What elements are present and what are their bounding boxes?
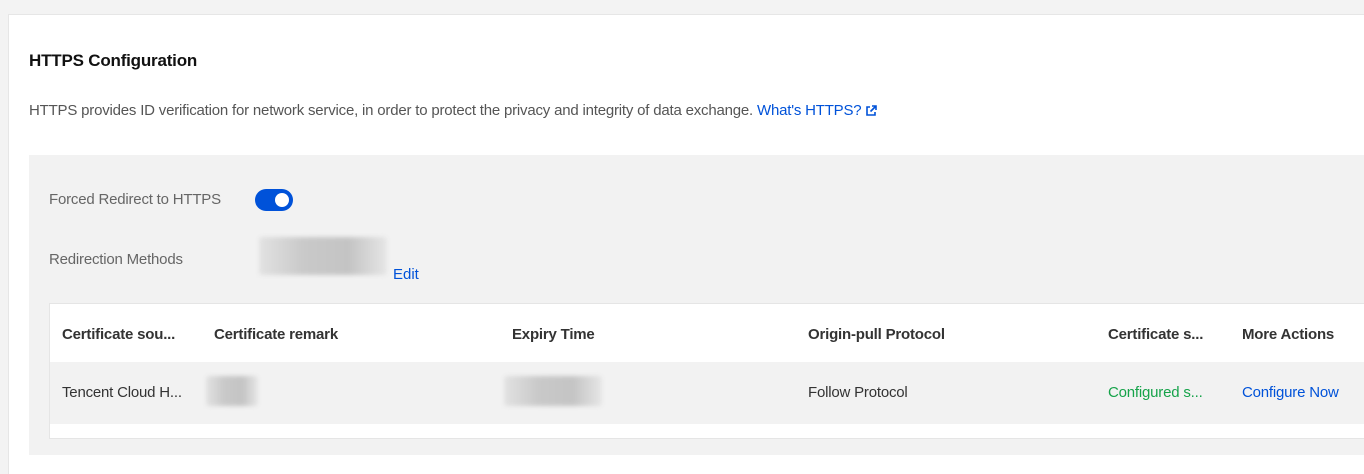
redirection-method-value-redacted [259,237,387,275]
forced-redirect-toggle[interactable] [255,189,293,211]
https-config-card: HTTPS Configuration HTTPS provides ID ve… [8,14,1364,474]
table-header: Certificate sou... Certificate remark Ex… [50,304,1364,363]
cell-origin-pull-protocol: Follow Protocol [808,384,908,401]
https-settings-panel: Forced Redirect to HTTPS Redirection Met… [29,155,1364,455]
configure-now-button[interactable]: Configure Now [1242,384,1339,401]
cell-expiry-time-redacted [504,376,602,406]
whats-https-link[interactable]: What's HTTPS? [756,102,878,121]
cell-certificate-remark-redacted [206,376,258,406]
column-certificate-source: Certificate sou... [62,326,176,343]
column-certificate-status: Certificate s... [1108,326,1204,343]
cell-certificate-status: Configured s... [1108,384,1203,401]
column-certificate-remark: Certificate remark [214,326,338,343]
column-expiry-time: Expiry Time [512,326,595,343]
section-description: HTTPS provides ID verification for netwo… [29,102,878,121]
column-more-actions: More Actions [1242,326,1335,343]
certificate-table: Certificate sou... Certificate remark Ex… [49,303,1364,439]
redirection-methods-label: Redirection Methods [49,251,183,268]
description-text: HTTPS provides ID verification for netwo… [29,102,754,119]
section-title: HTTPS Configuration [29,51,198,70]
toggle-knob [275,193,289,207]
cell-certificate-source: Tencent Cloud H... [62,384,182,401]
forced-redirect-label: Forced Redirect to HTTPS [49,191,221,208]
column-origin-pull-protocol: Origin-pull Protocol [808,326,945,343]
table-row: Tencent Cloud H... Follow Protocol Confi… [50,362,1364,424]
edit-redirection-link[interactable]: Edit [393,266,419,283]
whats-https-link-label: What's HTTPS? [756,102,862,119]
external-link-icon [865,104,878,121]
